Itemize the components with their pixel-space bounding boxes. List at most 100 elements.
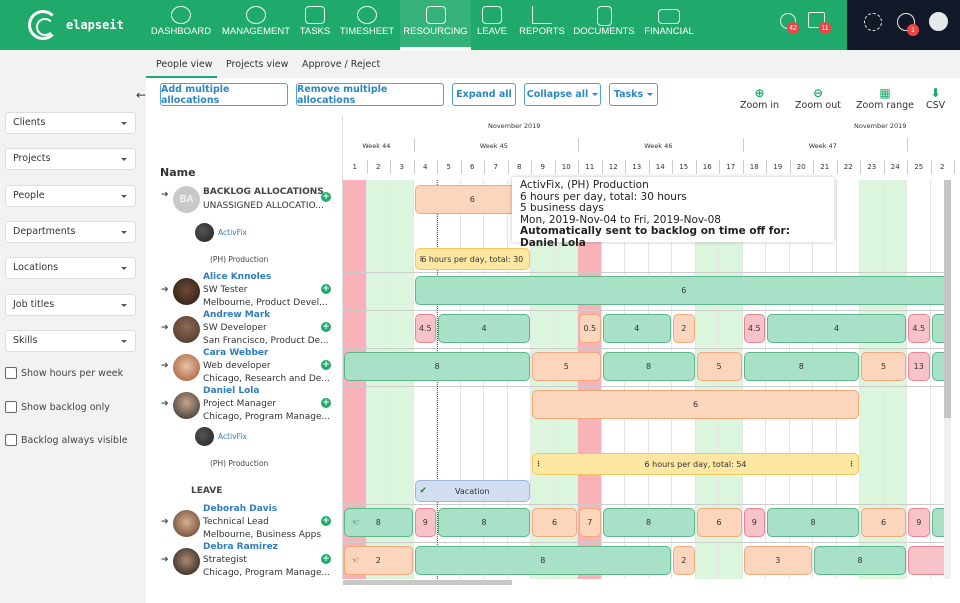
nav-financial[interactable]: FINANCIAL xyxy=(642,0,696,50)
allocation-bar[interactable]: 8 xyxy=(602,508,695,537)
filter-job-titles[interactable]: Job titles xyxy=(5,294,136,316)
filter-projects[interactable]: Projects xyxy=(5,148,136,170)
project-allocation-bar[interactable]: ⋮ ⋮ 6 hours per day, total: 54 xyxy=(532,453,859,475)
app-logo[interactable]: elapseit xyxy=(28,10,124,40)
expand-arrow-icon[interactable]: ➔ xyxy=(161,517,169,527)
allocation-bar[interactable]: 9 xyxy=(908,508,930,537)
add-allocation-icon[interactable]: + xyxy=(321,284,331,294)
nav-reports[interactable]: REPORTS xyxy=(518,0,566,50)
person-name[interactable]: Daniel Lola xyxy=(203,386,259,396)
person-name[interactable]: Alice Knnoles xyxy=(203,272,271,282)
allocation-bar[interactable]: 8 xyxy=(344,352,530,381)
checkbox-backlog-always-visible[interactable]: Backlog always visible xyxy=(5,434,128,446)
allocation-bar[interactable]: 8 xyxy=(767,508,859,537)
leave-bar[interactable]: ✔ Vacation xyxy=(414,480,530,502)
allocation-bar[interactable]: 3 xyxy=(743,546,812,575)
allocation-bar[interactable]: 4.5 xyxy=(908,314,930,343)
allocation-bar[interactable]: 4 xyxy=(438,314,530,343)
filter-departments[interactable]: Departments xyxy=(5,221,136,243)
allocation-bar[interactable]: 4 xyxy=(602,314,671,343)
tab-projects-view[interactable]: Projects view xyxy=(226,59,288,70)
allocation-bar[interactable]: 0.5 xyxy=(579,314,601,343)
project-allocation-bar[interactable]: ⋮ 6 hours per day, total: 30 xyxy=(414,248,530,270)
remove-multiple-allocations-button[interactable]: Remove multiple allocations xyxy=(296,83,444,106)
add-allocation-icon[interactable]: + xyxy=(321,360,331,370)
zoom-in-button[interactable]: ⊕ Zoom in xyxy=(740,86,779,111)
add-allocation-icon[interactable]: + xyxy=(321,322,331,332)
collapse-arrow-icon[interactable]: ➔ xyxy=(161,399,169,409)
allocation-bar[interactable]: 9 xyxy=(743,508,765,537)
allocation-bar[interactable]: 13 xyxy=(908,352,930,381)
tab-approve-reject[interactable]: Approve / Reject xyxy=(302,59,380,70)
add-allocation-icon[interactable]: + xyxy=(321,554,331,564)
expand-arrow-icon[interactable]: ➔ xyxy=(161,555,169,565)
allocation-bar[interactable]: 2 xyxy=(673,314,695,343)
allocation-bar[interactable]: 6 xyxy=(414,276,944,305)
allocation-bar[interactable]: 5 xyxy=(532,352,601,381)
allocation-bar[interactable]: 8 xyxy=(814,546,906,575)
allocation-bar[interactable]: 5 xyxy=(696,352,742,381)
allocation-bar[interactable]: 8 xyxy=(438,508,530,537)
vertical-scroll-thumb[interactable] xyxy=(944,180,951,418)
user-avatar-icon[interactable] xyxy=(929,12,948,31)
add-allocation-icon[interactable]: + xyxy=(321,192,331,202)
collapse-all-dropdown[interactable]: Collapse all xyxy=(524,83,601,106)
allocation-bar[interactable]: 7 xyxy=(579,508,601,537)
nav-dashboard[interactable]: DASHBOARD xyxy=(150,0,212,50)
zoom-out-button[interactable]: ⊖ Zoom out xyxy=(795,86,841,111)
allocation-bar[interactable]: ☜ 2 xyxy=(344,546,413,575)
zoom-range-button[interactable]: ▦ Zoom range xyxy=(856,86,914,111)
allocation-bar[interactable]: 2 xyxy=(673,546,695,575)
expand-arrow-icon[interactable]: ➔ xyxy=(161,361,169,371)
allocation-bar[interactable]: 6 xyxy=(532,508,577,537)
allocation-bar[interactable]: 8 xyxy=(602,352,695,381)
horizontal-scrollbar[interactable] xyxy=(343,580,512,585)
nav-management[interactable]: MANAGEMENT xyxy=(218,0,294,50)
vertical-scrollbar[interactable] xyxy=(944,180,951,579)
nav-leave[interactable]: LEAVE xyxy=(474,0,510,50)
person-name[interactable]: Deborah Davis xyxy=(203,504,277,514)
csv-export-button[interactable]: ⬇ CSV xyxy=(926,86,945,111)
project-client-link[interactable]: ActivFix xyxy=(218,432,247,441)
person-name[interactable]: Debra Ramirez xyxy=(203,542,278,552)
resize-handle-icon[interactable]: ⋮ xyxy=(535,460,542,468)
allocation-bar[interactable]: 6 xyxy=(861,508,906,537)
allocation-bar[interactable]: 6 xyxy=(696,508,742,537)
gear-icon[interactable] xyxy=(864,13,882,31)
allocation-bar[interactable] xyxy=(931,314,944,343)
nav-tasks[interactable]: TASKS xyxy=(297,0,333,50)
filter-clients[interactable]: Clients xyxy=(5,112,136,134)
person-name[interactable]: Cara Webber xyxy=(203,348,268,358)
nav-documents[interactable]: DOCUMENTS xyxy=(573,0,635,50)
collapse-panel-arrow-icon[interactable]: ← xyxy=(136,88,146,102)
allocation-bar[interactable]: 5 xyxy=(861,352,906,381)
filter-locations[interactable]: Locations xyxy=(5,257,136,279)
project-client-link[interactable]: ActivFix xyxy=(218,228,247,237)
nav-resourcing[interactable]: RESOURCING xyxy=(400,0,471,50)
allocation-bar[interactable] xyxy=(908,546,944,575)
expand-arrow-icon[interactable]: ➔ xyxy=(161,323,169,333)
checkbox-show-hours-per-week[interactable]: Show hours per week xyxy=(5,367,123,379)
allocation-bar[interactable]: 9 xyxy=(414,508,436,537)
tasks-dropdown[interactable]: Tasks xyxy=(609,83,658,106)
checkbox-show-backlog-only[interactable]: Show backlog only xyxy=(5,401,110,413)
add-multiple-allocations-button[interactable]: Add multiple allocations xyxy=(160,83,288,106)
filter-people[interactable]: People xyxy=(5,185,136,207)
nav-timesheet[interactable]: TIMESHEET xyxy=(338,0,396,50)
allocation-bar[interactable]: 4 xyxy=(767,314,906,343)
add-allocation-icon[interactable]: + xyxy=(321,398,331,408)
allocation-bar[interactable]: 6 xyxy=(532,390,859,419)
allocation-bar[interactable] xyxy=(931,352,944,381)
add-allocation-icon[interactable]: + xyxy=(321,516,331,526)
allocation-bar[interactable]: 8 xyxy=(743,352,859,381)
collapse-arrow-icon[interactable]: ➔ xyxy=(161,190,169,200)
allocation-bar[interactable]: ☜ 8 xyxy=(344,508,413,537)
allocation-bar[interactable]: 4.5 xyxy=(414,314,436,343)
allocation-bar[interactable] xyxy=(931,508,944,537)
expand-arrow-icon[interactable]: ➔ xyxy=(161,285,169,295)
expand-all-button[interactable]: Expand all xyxy=(452,83,516,106)
resize-handle-icon[interactable]: ⋮ xyxy=(418,255,425,263)
allocation-bar[interactable]: 8 xyxy=(414,546,671,575)
resize-handle-icon[interactable]: ⋮ xyxy=(848,460,855,468)
person-name[interactable]: Andrew Mark xyxy=(203,310,270,320)
